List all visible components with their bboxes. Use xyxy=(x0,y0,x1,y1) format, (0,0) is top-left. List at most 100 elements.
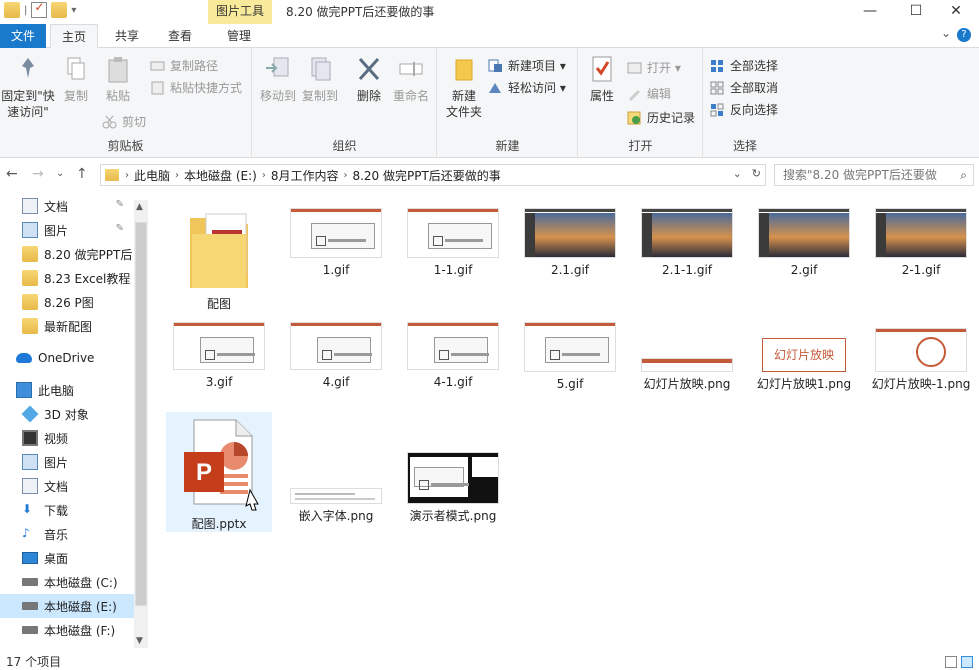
sidebar-item-pictures-pinned[interactable]: 图片 ✎ xyxy=(0,218,146,242)
picture-tools-tab[interactable]: 图片工具 xyxy=(208,0,272,24)
tab-view[interactable]: 查看 xyxy=(156,24,204,48)
sidebar-item-latest-images[interactable]: 最新配图 xyxy=(0,314,146,338)
search-input[interactable]: 搜索"8.20 做完PPT后还要做 ⌕ xyxy=(774,164,974,186)
tab-share[interactable]: 共享 xyxy=(104,24,150,48)
cut-label: 剪切 xyxy=(122,115,147,129)
scroll-up-icon[interactable]: ▲ xyxy=(136,202,143,212)
paste-button[interactable]: 粘贴 xyxy=(98,54,138,104)
file-item[interactable]: 幻灯片放映 幻灯片放映1.png xyxy=(751,322,857,392)
details-view-icon[interactable] xyxy=(945,656,957,668)
easy-access-button[interactable]: 轻松访问 ▾ xyxy=(488,78,566,98)
chevron-right-icon[interactable]: › xyxy=(262,170,266,181)
sidebar-item-pictures[interactable]: 图片 xyxy=(0,450,146,474)
breadcrumb-this-pc[interactable]: 此电脑 xyxy=(134,167,170,184)
file-item[interactable]: 2-1.gif xyxy=(868,208,974,278)
file-item[interactable]: 3.gif xyxy=(166,322,272,390)
file-item[interactable]: 4-1.gif xyxy=(400,322,506,390)
sidebar-item-videos[interactable]: 视频 xyxy=(0,426,146,450)
sidebar-item-3d-objects[interactable]: 3D 对象 xyxy=(0,402,146,426)
sidebar-item-disk-e[interactable]: 本地磁盘 (E:) xyxy=(0,594,146,618)
sidebar-item-this-pc[interactable]: 此电脑 xyxy=(0,378,146,402)
file-item[interactable]: 4.gif xyxy=(283,322,389,390)
refresh-icon[interactable]: ↻ xyxy=(752,167,761,180)
select-all-button[interactable]: 全部选择 xyxy=(710,56,778,76)
sidebar-item-8-23[interactable]: 8.23 Excel教程 xyxy=(0,266,146,290)
pin-quick-access-button[interactable]: 固定到"快速访问" xyxy=(0,54,56,120)
file-item[interactable]: 5.gif xyxy=(517,322,623,392)
organize-group: 移动到 复制到 删除 重命名 组织 xyxy=(253,48,437,158)
sidebar-item-documents[interactable]: 文档 xyxy=(0,474,146,498)
file-item[interactable]: 2.1-1.gif xyxy=(634,208,740,278)
rename-label: 重命名 xyxy=(392,89,429,103)
file-item[interactable]: 幻灯片放映.png xyxy=(634,322,740,392)
help-icon[interactable]: ? xyxy=(957,28,971,42)
collapse-ribbon-icon[interactable]: ⌄ xyxy=(941,26,951,40)
copy-to-button[interactable]: 复制到 xyxy=(299,54,341,104)
tab-manage[interactable]: 管理 xyxy=(214,24,264,48)
rename-button[interactable]: 重命名 xyxy=(389,54,433,104)
sidebar-item-downloads[interactable]: ⬇ 下载 xyxy=(0,498,146,522)
move-to-button[interactable]: 移动到 xyxy=(257,54,299,104)
breadcrumb-current-folder[interactable]: 8.20 做完PPT后还要做的事 xyxy=(352,167,500,184)
tab-file[interactable]: 文件 xyxy=(0,24,46,48)
qat-dropdown-icon[interactable]: ▾ xyxy=(71,5,76,16)
new-folder-button[interactable]: 新建 文件夹 xyxy=(442,54,486,120)
edit-button[interactable]: 编辑 xyxy=(627,84,671,104)
sidebar-item-disk-f[interactable]: 本地磁盘 (F:) xyxy=(0,618,146,642)
properties-button[interactable]: 属性 xyxy=(583,54,621,104)
address-history-chevron-icon[interactable]: ⌄ xyxy=(733,167,742,180)
tab-home[interactable]: 主页 xyxy=(50,24,98,49)
new-item-button[interactable]: 新建项目 ▾ xyxy=(488,56,566,76)
address-bar[interactable]: › 此电脑 › 本地磁盘 (E:) › 8月工作内容 › 8.20 做完PPT后… xyxy=(100,164,766,186)
ribbon-tabs: 文件 主页 共享 查看 管理 ⌄ ? xyxy=(0,24,979,49)
back-arrow-icon[interactable]: ← xyxy=(6,166,18,182)
sidebar-item-music[interactable]: ♪ 音乐 xyxy=(0,522,146,546)
folder-icon[interactable] xyxy=(4,2,20,18)
file-name: 配图.pptx xyxy=(191,517,247,531)
scroll-down-icon[interactable]: ▼ xyxy=(136,636,143,646)
file-item[interactable]: 幻灯片放映-1.png xyxy=(868,322,974,392)
recent-locations-chevron-icon[interactable]: ⌄ xyxy=(56,168,64,179)
scrollbar-thumb[interactable] xyxy=(135,222,147,606)
breadcrumb-local-disk-e[interactable]: 本地磁盘 (E:) xyxy=(184,167,257,184)
file-item[interactable]: P 配图.pptx xyxy=(166,412,272,532)
sidebar-item-onedrive[interactable]: OneDrive xyxy=(0,346,146,370)
sidebar-item-8-26[interactable]: 8.26 P图 xyxy=(0,290,146,314)
open-button[interactable]: 打开 ▾ xyxy=(627,58,681,78)
chevron-right-icon[interactable]: › xyxy=(175,170,179,181)
paste-shortcut-button[interactable]: 粘贴快捷方式 xyxy=(150,78,242,98)
close-button[interactable]: ✕ xyxy=(933,0,979,24)
paste-shortcut-icon xyxy=(151,81,164,95)
file-item[interactable]: 1-1.gif xyxy=(400,208,506,278)
new-folder-icon[interactable] xyxy=(51,2,68,18)
file-item[interactable]: 1.gif xyxy=(283,208,389,278)
breadcrumb-august-work[interactable]: 8月工作内容 xyxy=(271,167,339,184)
copy-path-button[interactable]: 复制路径 xyxy=(150,56,218,76)
copy-to-icon xyxy=(311,57,331,81)
delete-button[interactable]: 删除 xyxy=(351,54,387,104)
sidebar-scrollbar[interactable]: ▲ ▼ xyxy=(134,200,148,648)
chevron-right-icon[interactable]: › xyxy=(343,170,347,181)
sidebar-item-desktop[interactable]: 桌面 xyxy=(0,546,146,570)
file-item[interactable]: 演示者模式.png xyxy=(400,412,506,524)
minimize-button[interactable]: — xyxy=(847,0,893,24)
file-item[interactable]: 2.gif xyxy=(751,208,857,278)
new-folder-icon xyxy=(455,59,473,81)
sidebar-item-documents-pinned[interactable]: 文档 ✎ xyxy=(0,194,146,218)
invert-selection-button[interactable]: 反向选择 xyxy=(710,100,778,120)
select-none-button[interactable]: 全部取消 xyxy=(710,78,778,98)
properties-icon[interactable] xyxy=(31,0,48,18)
chevron-right-icon[interactable]: › xyxy=(125,170,129,181)
up-arrow-icon[interactable]: ↑ xyxy=(76,166,88,182)
history-button[interactable]: 历史记录 xyxy=(627,108,695,128)
sidebar-item-8-20[interactable]: 8.20 做完PPT后 xyxy=(0,242,146,266)
file-item[interactable]: 配图 xyxy=(166,208,272,312)
copy-button[interactable]: 复制 xyxy=(58,54,94,104)
sidebar-item-disk-c[interactable]: 本地磁盘 (C:) xyxy=(0,570,146,594)
easy-access-icon xyxy=(489,83,501,93)
file-item[interactable]: 2.1.gif xyxy=(517,208,623,278)
file-item[interactable]: 嵌入字体.png xyxy=(283,412,389,524)
forward-arrow-icon[interactable]: → xyxy=(32,166,44,182)
cut-button[interactable]: 剪切 xyxy=(102,112,146,132)
large-icons-view-icon[interactable] xyxy=(961,656,973,668)
